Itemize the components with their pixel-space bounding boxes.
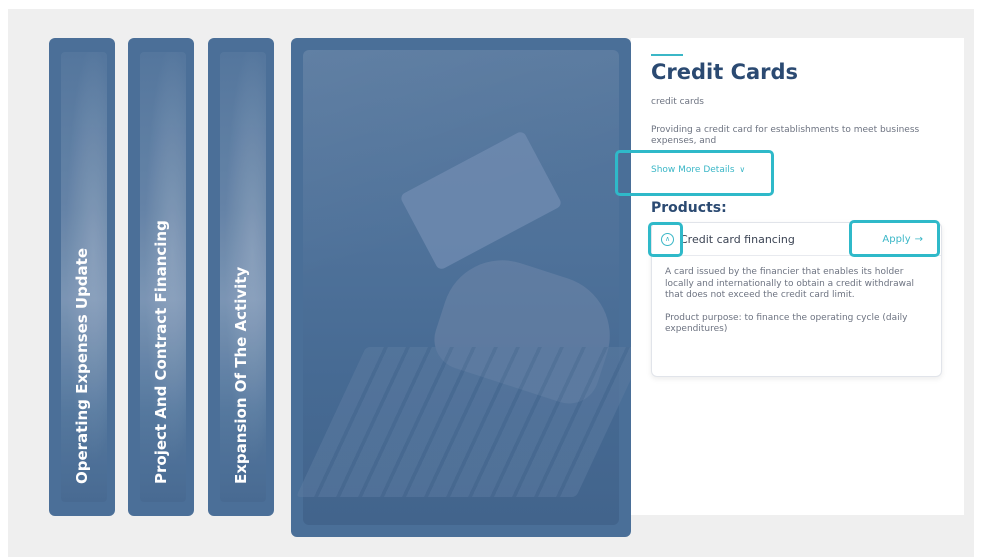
product-card: ∧ Credit card financing Apply → A card is… bbox=[651, 222, 942, 377]
collapse-toggle-icon[interactable]: ∧ bbox=[661, 233, 674, 246]
panel-subtitle: credit cards bbox=[651, 97, 704, 107]
tab-label: Operating Expenses Update bbox=[73, 247, 91, 484]
arrow-right-icon: → bbox=[914, 234, 923, 245]
apply-label: Apply bbox=[882, 234, 911, 245]
product-description: A card issued by the financier that enab… bbox=[665, 267, 915, 300]
panel-title: Credit Cards bbox=[651, 60, 799, 84]
product-purpose: Product purpose: to finance the operatin… bbox=[665, 312, 908, 335]
product-name: Credit card financing bbox=[680, 233, 795, 246]
apply-button[interactable]: Apply → bbox=[882, 234, 923, 245]
tab-project-and-contract-financing[interactable]: Project And Contract Financing bbox=[128, 38, 194, 516]
product-description-body: A card issued by the financier that enab… bbox=[665, 267, 935, 336]
tab-operating-expenses-update[interactable]: Operating Expenses Update bbox=[49, 38, 115, 516]
show-more-label: Show More Details bbox=[651, 165, 735, 175]
tab-expansion-of-the-activity[interactable]: Expansion Of The Activity bbox=[208, 38, 274, 516]
product-header[interactable]: ∧ Credit card financing Apply → bbox=[652, 223, 941, 256]
detail-panel: Credit Cards credit cards Providing a cr… bbox=[631, 38, 964, 515]
products-heading: Products: bbox=[651, 200, 727, 216]
show-more-details-link[interactable]: Show More Details ∨ bbox=[651, 165, 745, 175]
featured-image-credit-cards bbox=[291, 38, 631, 537]
tab-label: Expansion Of The Activity bbox=[232, 266, 250, 484]
title-accent-line bbox=[651, 54, 683, 56]
panel-description: Providing a credit card for establishmen… bbox=[651, 125, 920, 146]
tab-label: Project And Contract Financing bbox=[152, 220, 170, 484]
chevron-down-icon: ∨ bbox=[739, 165, 746, 174]
